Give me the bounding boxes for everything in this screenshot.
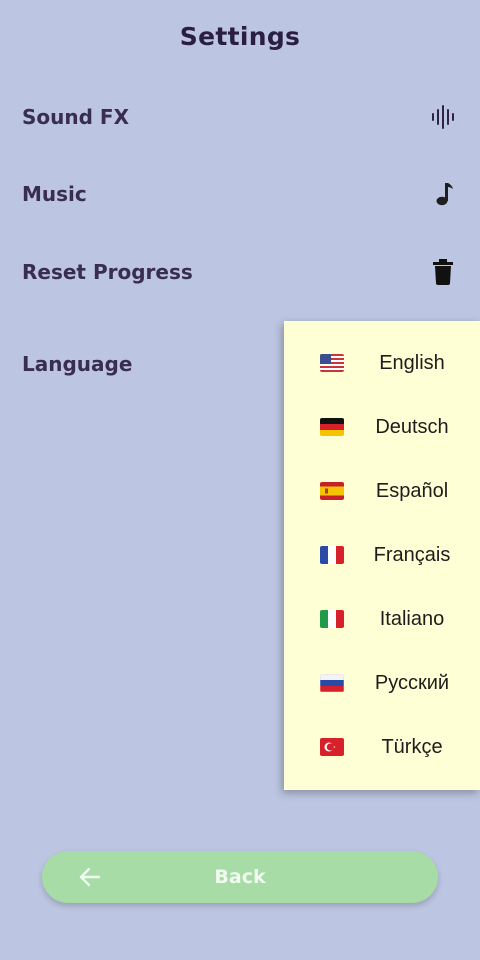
- language-option-label: Русский: [374, 671, 450, 694]
- reset-progress-label: Reset Progress: [22, 260, 193, 284]
- back-button[interactable]: Back: [42, 851, 438, 903]
- page-title: Settings: [179, 22, 301, 51]
- italy-flag-icon: [320, 610, 344, 628]
- language-option-turkce[interactable]: Türkçe: [284, 723, 480, 771]
- back-button-label: Back: [214, 866, 266, 888]
- language-dropdown-menu: English Deutsch Español Français Italian…: [284, 321, 480, 790]
- language-option-label: Türkçe: [381, 735, 443, 758]
- turkey-flag-icon: [320, 738, 344, 756]
- music-note-icon[interactable]: [428, 179, 458, 209]
- reset-progress-row[interactable]: Reset Progress: [22, 252, 458, 292]
- germany-flag-icon: [320, 418, 344, 436]
- sound-fx-label: Sound FX: [22, 105, 129, 129]
- russia-flag-icon: [320, 674, 344, 692]
- language-option-english[interactable]: English: [284, 339, 480, 387]
- language-option-espanol[interactable]: Español: [284, 467, 480, 515]
- language-option-label: Español: [375, 479, 449, 502]
- language-option-label: Français: [373, 543, 451, 566]
- sound-fx-row[interactable]: Sound FX: [22, 97, 458, 137]
- spain-flag-icon: [320, 482, 344, 500]
- audio-wave-icon[interactable]: [428, 102, 458, 132]
- language-row[interactable]: Language: [22, 344, 222, 384]
- language-option-deutsch[interactable]: Deutsch: [284, 403, 480, 451]
- language-option-russian[interactable]: Русский: [284, 659, 480, 707]
- music-row[interactable]: Music: [22, 174, 458, 214]
- language-option-label: Deutsch: [375, 415, 449, 438]
- trash-icon[interactable]: [428, 257, 458, 287]
- language-option-label: English: [379, 351, 445, 374]
- language-option-francais[interactable]: Français: [284, 531, 480, 579]
- language-option-italiano[interactable]: Italiano: [284, 595, 480, 643]
- us-flag-icon: [320, 354, 344, 372]
- language-label: Language: [22, 352, 133, 376]
- france-flag-icon: [320, 546, 344, 564]
- music-label: Music: [22, 182, 87, 206]
- language-option-label: Italiano: [379, 607, 445, 630]
